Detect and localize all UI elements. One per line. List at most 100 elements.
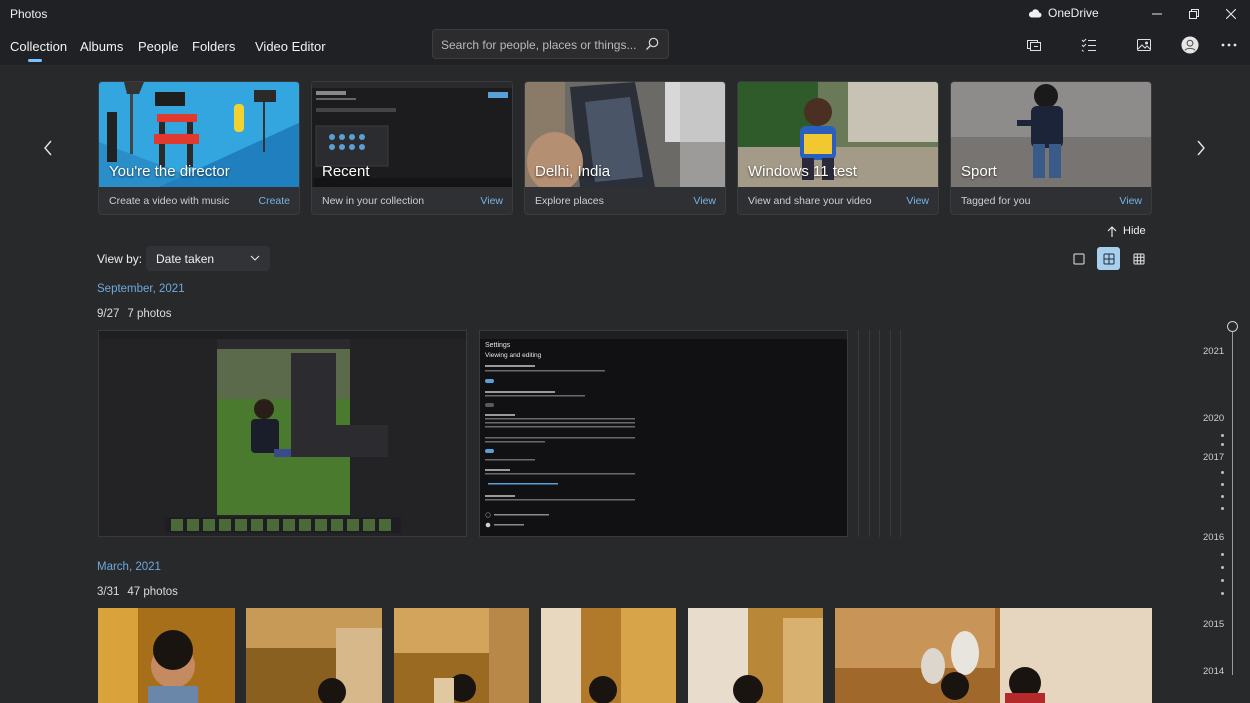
- card-view-link[interactable]: View: [1119, 195, 1142, 207]
- timeline-dot: [1221, 507, 1224, 510]
- card-director[interactable]: You're the director Create a video with …: [98, 81, 300, 215]
- card-subtitle: Tagged for you: [961, 195, 1031, 207]
- card-recent[interactable]: Recent New in your collection View: [311, 81, 513, 215]
- timeline-dot: [1221, 495, 1224, 498]
- photo-family: [835, 608, 1152, 703]
- settings-screenshot: [485, 365, 635, 528]
- day-date: 9/27: [97, 308, 120, 320]
- card-title: Recent: [322, 163, 370, 180]
- title-bar: Photos OneDrive: [0, 0, 1250, 28]
- photo-child-3: [394, 608, 529, 703]
- minimize-icon: [1152, 13, 1162, 15]
- timeline-dot: [1221, 471, 1224, 474]
- timeline-year[interactable]: 2017: [1203, 452, 1224, 463]
- tab-albums[interactable]: Albums: [80, 39, 123, 54]
- card-places[interactable]: Delhi, India Explore places View: [524, 81, 726, 215]
- photo-tile[interactable]: [98, 330, 467, 537]
- timeline-year[interactable]: 2016: [1203, 532, 1224, 543]
- timeline-handle[interactable]: [1227, 321, 1238, 332]
- view-mode-large-button[interactable]: [1067, 247, 1090, 270]
- day-header: 3/31 47 photos: [97, 586, 186, 598]
- card-title: Sport: [961, 163, 997, 180]
- select-button[interactable]: [1080, 36, 1098, 54]
- month-header[interactable]: March, 2021: [97, 561, 161, 573]
- timeline-year[interactable]: 2015: [1203, 619, 1224, 630]
- timeline-dot: [1221, 553, 1224, 556]
- tab-people[interactable]: People: [138, 39, 178, 54]
- photo-count: 47 photos: [127, 586, 178, 598]
- search-box[interactable]: Search for people, places or things...: [432, 29, 669, 59]
- card-title: Delhi, India: [535, 163, 611, 180]
- timeline-dot: [1221, 483, 1224, 486]
- photo-tile[interactable]: [688, 608, 823, 703]
- carousel-prev-button[interactable]: [38, 138, 58, 158]
- view-by-dropdown[interactable]: Date taken: [146, 246, 270, 271]
- view-mode-small-button[interactable]: [1127, 247, 1150, 270]
- card-subtitle: Explore places: [535, 195, 604, 207]
- card-create-link[interactable]: Create: [258, 195, 290, 207]
- view-mode-medium-button[interactable]: [1097, 247, 1120, 270]
- cloud-icon: [1028, 9, 1042, 18]
- maximize-button[interactable]: [1175, 0, 1213, 28]
- grid-3x3-icon: [1133, 253, 1144, 264]
- card-view-link[interactable]: View: [906, 195, 929, 207]
- photo-tile[interactable]: Settings Viewing and editing: [479, 330, 848, 537]
- onedrive-label: OneDrive: [1048, 6, 1099, 20]
- photo-tile[interactable]: [541, 608, 676, 703]
- search-icon[interactable]: [644, 36, 660, 52]
- tab-folders[interactable]: Folders: [192, 39, 235, 54]
- month-header[interactable]: September, 2021: [97, 283, 185, 295]
- tab-video-editor[interactable]: Video Editor: [255, 39, 326, 54]
- tab-collection[interactable]: Collection: [10, 39, 67, 54]
- import-button[interactable]: [1025, 36, 1043, 54]
- close-icon: [1226, 9, 1236, 19]
- loading-placeholder: [879, 330, 880, 537]
- avatar-icon: [1181, 36, 1199, 54]
- photo-child-1: [98, 608, 235, 703]
- card-view-link[interactable]: View: [480, 195, 503, 207]
- chevron-left-icon: [44, 140, 52, 156]
- photo-count: 7 photos: [127, 308, 172, 320]
- timeline-track[interactable]: [1232, 329, 1233, 675]
- timeline-year[interactable]: 2020: [1203, 413, 1224, 424]
- search-input[interactable]: Search for people, places or things...: [441, 38, 636, 52]
- day-header: 9/27 7 photos: [97, 308, 180, 320]
- card-title: You're the director: [109, 163, 230, 180]
- onedrive-status[interactable]: OneDrive: [1028, 6, 1099, 20]
- timeline-year[interactable]: 2021: [1203, 346, 1224, 357]
- restore-icon: [1189, 9, 1199, 19]
- day-date: 3/31: [97, 586, 120, 598]
- more-options-button[interactable]: [1220, 36, 1238, 54]
- active-tab-indicator: [28, 59, 42, 62]
- card-title: Windows 11 test: [748, 163, 857, 180]
- chevron-down-icon: [250, 255, 260, 261]
- photo-tile[interactable]: [394, 608, 529, 703]
- card-view-link[interactable]: View: [693, 195, 716, 207]
- hide-label: Hide: [1123, 225, 1146, 237]
- photo-tile[interactable]: [98, 608, 235, 703]
- photo-tile[interactable]: [246, 608, 382, 703]
- account-button[interactable]: [1181, 36, 1199, 54]
- timeline-dot: [1221, 434, 1224, 437]
- hide-button[interactable]: Hide: [1107, 225, 1146, 237]
- editor-screenshot: [165, 339, 401, 533]
- slideshow-button[interactable]: [1135, 36, 1153, 54]
- more-icon: [1221, 43, 1237, 47]
- app-header: Collection Albums People Folders Video E…: [0, 28, 1250, 66]
- carousel-next-button[interactable]: [1191, 138, 1211, 158]
- close-button[interactable]: [1212, 0, 1250, 28]
- arrow-up-icon: [1107, 225, 1117, 237]
- card-video[interactable]: Windows 11 test View and share your vide…: [737, 81, 939, 215]
- image-search-icon: [1137, 39, 1151, 51]
- single-square-icon: [1073, 253, 1084, 264]
- checklist-icon: [1081, 38, 1096, 52]
- photo-child-5: [688, 608, 823, 703]
- import-icon: [1027, 40, 1041, 51]
- card-tagged[interactable]: Sport Tagged for you View: [950, 81, 1152, 215]
- photo-tile[interactable]: [835, 608, 1152, 703]
- minimize-button[interactable]: [1138, 0, 1176, 28]
- timeline-dot: [1221, 566, 1224, 569]
- photo-child-2: [246, 608, 382, 703]
- loading-placeholder: [858, 330, 859, 537]
- timeline-year[interactable]: 2014: [1203, 666, 1224, 677]
